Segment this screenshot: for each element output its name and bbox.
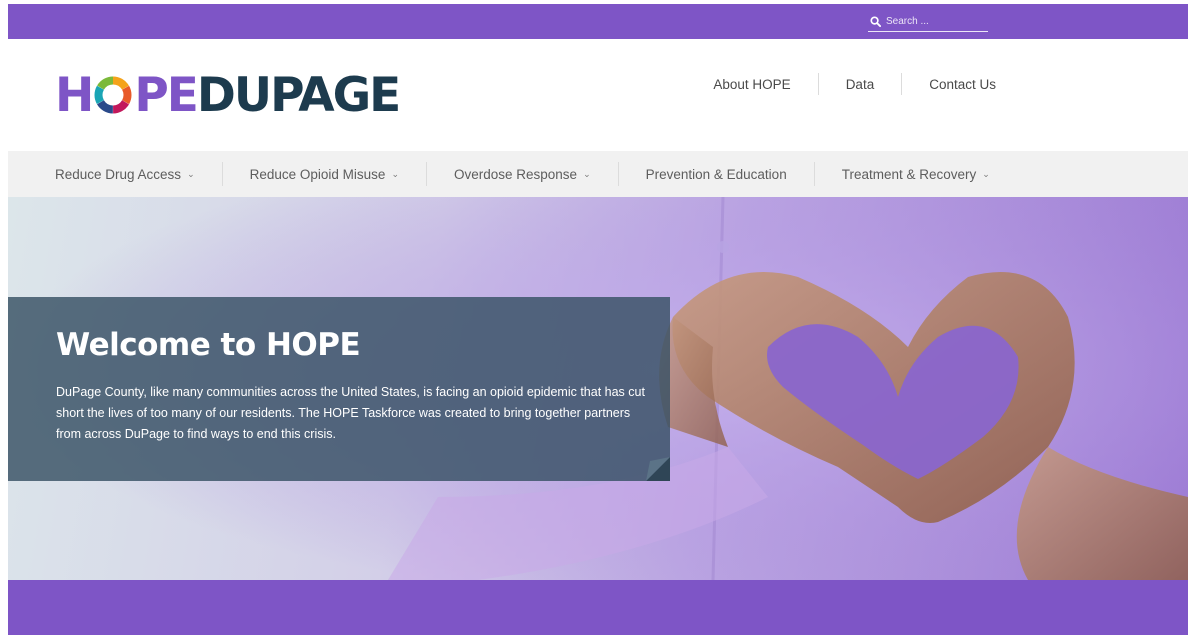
hero-description: DuPage County, like many communities acr… (56, 385, 645, 441)
purple-band (8, 580, 1188, 635)
search-box[interactable] (868, 12, 988, 32)
site-header: H PE DUPAGE About HOPE Data Contact Us (8, 39, 1188, 151)
hero-banner: Welcome to HOPE DuPage County, like many… (8, 197, 1188, 580)
hope-dupage-logo[interactable]: H PE DUPAGE (55, 67, 401, 123)
menu-treatment-recovery[interactable]: Treatment & Recovery ⌄ (842, 167, 990, 182)
menu-label: Reduce Opioid Misuse (249, 166, 386, 182)
logo-text-pe: PE (134, 67, 199, 123)
menu-label: Reduce Drug Access (55, 166, 182, 182)
chevron-down-icon: ⌄ (583, 168, 591, 179)
menu-reduce-drug-access[interactable]: Reduce Drug Access ⌄ (55, 167, 195, 182)
nav-data[interactable]: Data (819, 77, 902, 92)
logo-text-dupage: DUPAGE (196, 67, 401, 123)
menu-divider (813, 162, 815, 186)
nav-contact-us[interactable]: Contact Us (902, 77, 996, 92)
menu-label: Treatment & Recovery (841, 166, 977, 182)
hero-title: Welcome to HOPE (56, 327, 361, 363)
search-input[interactable] (886, 16, 986, 27)
menu-label: Prevention & Education (645, 166, 787, 182)
chevron-down-icon: ⌄ (391, 168, 399, 179)
logo-text-h: H (55, 67, 94, 123)
welcome-panel: Welcome to HOPE DuPage County, like many… (8, 297, 670, 481)
chevron-down-icon: ⌄ (187, 168, 195, 179)
logo-ring-icon (94, 76, 132, 114)
chevron-down-icon: ⌄ (982, 168, 990, 179)
page: H PE DUPAGE About HOPE Data Contact Us R… (8, 4, 1188, 635)
utility-nav: About HOPE Data Contact Us (713, 73, 996, 95)
menu-divider (425, 162, 427, 186)
menu-overdose-response[interactable]: Overdose Response ⌄ (454, 167, 591, 182)
menu-divider (617, 162, 619, 186)
menu-reduce-opioid-misuse[interactable]: Reduce Opioid Misuse ⌄ (250, 167, 399, 182)
nav-about-hope[interactable]: About HOPE (713, 77, 817, 92)
top-bar (8, 4, 1188, 39)
search-icon[interactable] (870, 16, 881, 27)
menu-label: Overdose Response (453, 166, 578, 182)
main-nav: Reduce Drug Access ⌄ Reduce Opioid Misus… (8, 151, 1188, 197)
menu-divider (221, 162, 223, 186)
menu-prevention-education[interactable]: Prevention & Education (646, 167, 787, 182)
corner-fold-icon (646, 457, 670, 481)
